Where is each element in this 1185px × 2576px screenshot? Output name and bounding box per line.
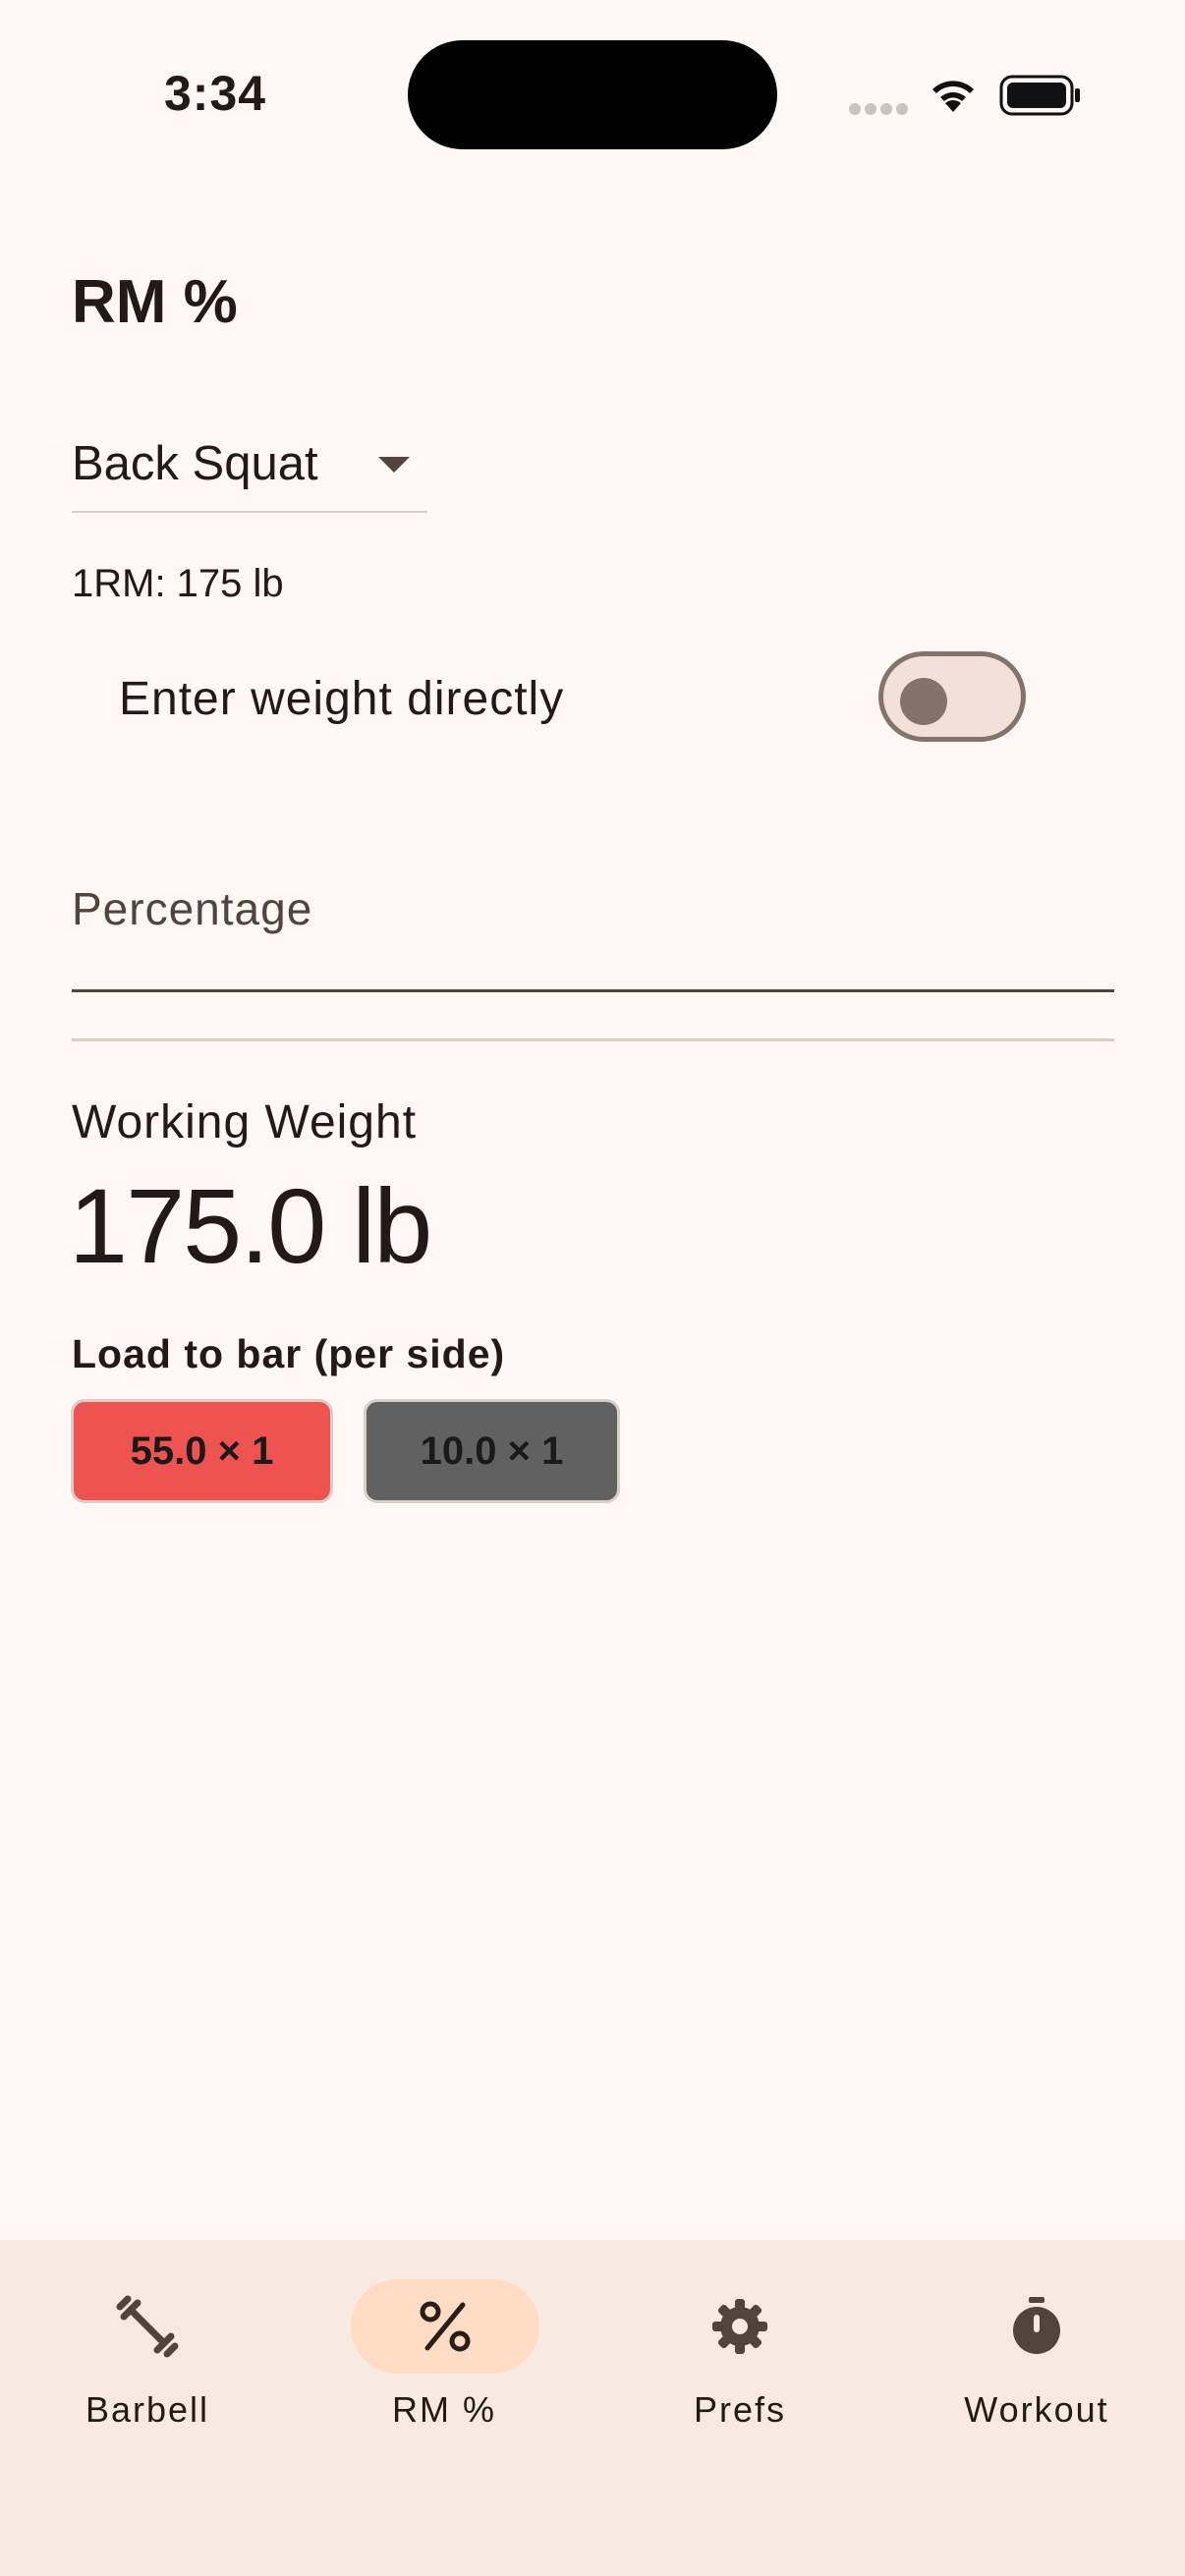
working-weight-label: Working Weight <box>72 1096 418 1148</box>
status-time: 3:34 <box>164 66 267 121</box>
nav-item-barbell[interactable]: Barbell <box>0 2240 295 2436</box>
load-to-bar-title: Load to bar (per side) <box>72 1331 506 1376</box>
battery-icon <box>999 75 1080 116</box>
nav-label-workout: Workout <box>964 2389 1109 2430</box>
gear-icon <box>712 2299 767 2354</box>
dropdown-arrow-icon <box>378 457 410 473</box>
enter-weight-toggle-label: Enter weight directly <box>119 673 565 725</box>
page-title: RM % <box>72 268 238 336</box>
nav-item-rm-percent[interactable]: RM % <box>297 2240 592 2436</box>
barbell-icon <box>116 2295 179 2358</box>
wifi-icon <box>932 81 974 112</box>
toggle-knob <box>900 678 947 725</box>
nav-label-prefs: Prefs <box>693 2389 787 2430</box>
nav-item-prefs[interactable]: Prefs <box>592 2240 887 2436</box>
exercise-dropdown-value: Back Squat <box>72 437 318 490</box>
working-weight-value: 175.0 lb <box>69 1166 432 1285</box>
plate-chip: 55.0 × 1 <box>71 1399 333 1503</box>
percentage-field-underline <box>72 989 1114 992</box>
nav-label-barbell: Barbell <box>85 2389 210 2430</box>
enter-weight-toggle[interactable] <box>878 651 1026 742</box>
nav-label-rm-percent: RM % <box>392 2389 496 2430</box>
nav-item-workout[interactable]: Workout <box>889 2240 1184 2436</box>
signal-dots-icon <box>849 103 908 115</box>
dynamic-island <box>408 40 777 149</box>
bottom-navigation: Barbell RM % Prefs Workout <box>0 2240 1185 2576</box>
one-rm-label: 1RM: 175 lb <box>72 562 284 605</box>
exercise-dropdown[interactable]: Back Squat <box>72 432 427 513</box>
stopwatch-icon <box>1013 2297 1060 2354</box>
plate-chip: 10.0 × 1 <box>364 1399 620 1503</box>
percentage-field-label[interactable]: Percentage <box>72 882 312 935</box>
percent-icon <box>420 2301 471 2352</box>
section-divider <box>72 1038 1114 1041</box>
